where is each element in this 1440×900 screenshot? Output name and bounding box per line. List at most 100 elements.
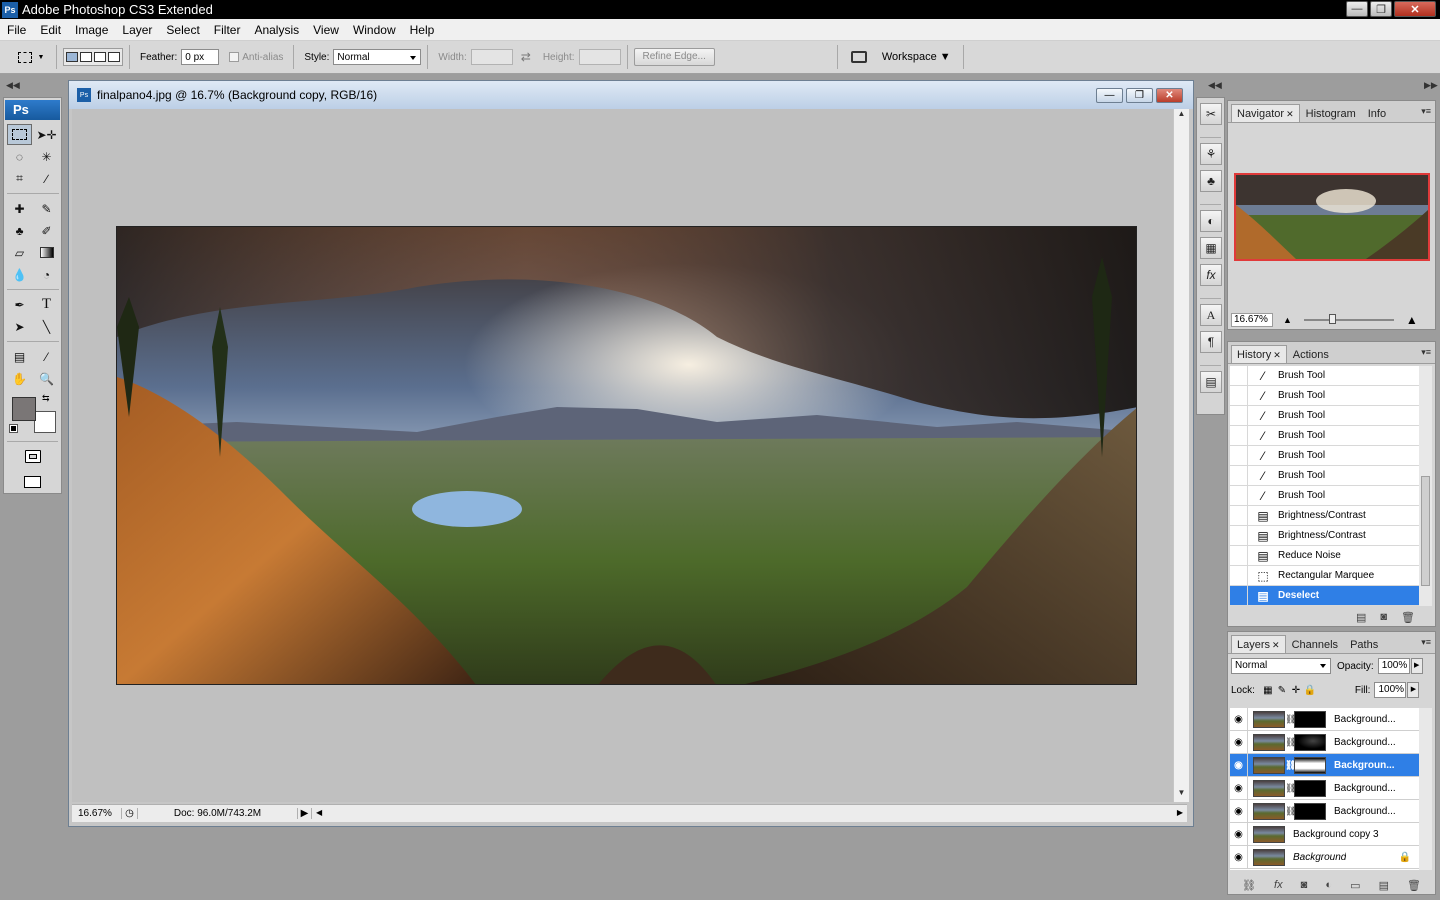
status-info-icon[interactable]: ◷: [122, 808, 138, 819]
paragraph-icon[interactable]: ¶: [1200, 331, 1222, 353]
eraser-tool-icon[interactable]: ▱: [7, 242, 32, 263]
foreground-color-swatch[interactable]: [12, 397, 36, 421]
menu-analysis[interactable]: Analysis: [247, 19, 306, 41]
visibility-eye-icon[interactable]: ◉: [1230, 822, 1248, 846]
layer-mask-thumbnail[interactable]: [1294, 710, 1326, 728]
collapse-toolbox-icon[interactable]: ◀◀: [6, 80, 20, 91]
layer-row[interactable]: ◉ ⛓ Background...: [1230, 730, 1421, 754]
clone-source-icon[interactable]: ♣: [1200, 170, 1222, 192]
history-snapshot-source[interactable]: [1230, 585, 1248, 606]
new-document-from-state-icon[interactable]: ▤: [1356, 611, 1366, 624]
history-snapshot-source[interactable]: [1230, 425, 1248, 446]
history-snapshot-source[interactable]: [1230, 445, 1248, 466]
history-item[interactable]: ▤ Deselect: [1230, 585, 1421, 606]
navigator-zoom-input[interactable]: 16.67%: [1231, 313, 1273, 327]
status-menu-icon[interactable]: ▶: [298, 808, 312, 819]
minimize-button[interactable]: —: [1346, 1, 1368, 17]
tab-navigator[interactable]: Navigator ✕: [1231, 104, 1300, 122]
history-item[interactable]: ⁄ Brush Tool: [1230, 385, 1421, 406]
new-selection-icon[interactable]: [66, 52, 78, 62]
hand-tool-icon[interactable]: ✋: [7, 368, 32, 389]
mask-link-icon[interactable]: ⛓: [1285, 806, 1296, 817]
eyedropper-tool-icon[interactable]: ⁄: [34, 346, 59, 367]
history-snapshot-source[interactable]: [1230, 525, 1248, 546]
zoom-slider-knob[interactable]: [1328, 314, 1336, 324]
tab-paths[interactable]: Paths: [1344, 635, 1384, 653]
doc-close-button[interactable]: ✕: [1156, 88, 1183, 103]
layers-scrollbar[interactable]: [1419, 708, 1432, 870]
history-item[interactable]: ▤ Reduce Noise: [1230, 545, 1421, 566]
scrollbar-thumb[interactable]: [1421, 476, 1430, 586]
zoom-out-icon[interactable]: ▲: [1283, 315, 1292, 325]
visibility-eye-icon[interactable]: ◉: [1230, 730, 1248, 754]
tab-channels[interactable]: Channels: [1286, 635, 1344, 653]
pen-tool-icon[interactable]: ✒: [7, 294, 32, 315]
layer-mask-thumbnail[interactable]: [1294, 802, 1326, 820]
menu-image[interactable]: Image: [68, 19, 115, 41]
layer-thumbnail[interactable]: [1253, 779, 1285, 797]
close-tab-icon[interactable]: ✕: [1273, 350, 1281, 360]
intersect-selection-icon[interactable]: [108, 52, 120, 62]
zoom-tool-icon[interactable]: 🔍: [34, 368, 59, 389]
vertical-scrollbar[interactable]: ▲ ▼: [1174, 109, 1189, 802]
background-color-swatch[interactable]: [34, 411, 56, 433]
clone-stamp-tool-icon[interactable]: ♣: [7, 220, 32, 241]
lock-transparency-icon[interactable]: ▦: [1261, 685, 1275, 696]
swap-dimensions-icon[interactable]: ⇄: [521, 50, 531, 64]
history-snapshot-source[interactable]: [1230, 366, 1248, 386]
layer-thumbnail[interactable]: [1253, 825, 1285, 843]
blend-mode-select[interactable]: Normal: [1231, 658, 1331, 674]
rectangular-marquee-tool-icon[interactable]: [7, 124, 32, 145]
menu-help[interactable]: Help: [403, 19, 442, 41]
tool-preset-picker[interactable]: ▼: [12, 46, 50, 68]
menu-view[interactable]: View: [306, 19, 346, 41]
layer-comps-icon[interactable]: ▤: [1200, 371, 1222, 393]
scroll-right-icon[interactable]: ▶: [1177, 808, 1183, 817]
lock-pixels-icon[interactable]: ✎: [1275, 685, 1289, 696]
history-snapshot-source[interactable]: [1230, 405, 1248, 426]
menu-window[interactable]: Window: [346, 19, 403, 41]
menu-layer[interactable]: Layer: [115, 19, 159, 41]
screen-mode-icon[interactable]: [20, 471, 45, 492]
history-snapshot-source[interactable]: [1230, 545, 1248, 566]
menu-file[interactable]: File: [0, 19, 33, 41]
history-item[interactable]: ⬚ Rectangular Marquee: [1230, 565, 1421, 586]
mask-link-icon[interactable]: ⛓: [1285, 714, 1296, 725]
mask-link-icon[interactable]: ⛓: [1285, 760, 1296, 771]
lock-position-icon[interactable]: ✛: [1289, 685, 1303, 696]
lasso-tool-icon[interactable]: ◌: [7, 146, 32, 167]
tab-history[interactable]: History ✕: [1231, 345, 1287, 363]
workspace-menu[interactable]: Workspace ▼: [882, 51, 951, 63]
style-select[interactable]: Normal: [333, 49, 422, 65]
history-brush-tool-icon[interactable]: ✐: [34, 220, 59, 241]
color-icon[interactable]: ◐: [1200, 210, 1222, 232]
history-item[interactable]: ⁄ Brush Tool: [1230, 366, 1421, 386]
history-item[interactable]: ▤ Brightness/Contrast: [1230, 525, 1421, 546]
new-group-icon[interactable]: ▭: [1350, 879, 1360, 892]
navigator-zoom-slider[interactable]: [1303, 314, 1394, 324]
new-layer-icon[interactable]: ▤: [1379, 879, 1389, 892]
layer-style-icon[interactable]: fx: [1274, 879, 1283, 891]
expand-panels-icon[interactable]: ▶▶: [1424, 80, 1438, 91]
history-item[interactable]: ▤ Brightness/Contrast: [1230, 505, 1421, 526]
history-snapshot-source[interactable]: [1230, 505, 1248, 526]
antialias-checkbox[interactable]: [229, 52, 240, 62]
close-button[interactable]: ✕: [1394, 1, 1436, 17]
bridge-icon[interactable]: [846, 46, 872, 68]
layer-thumbnail[interactable]: [1253, 756, 1285, 774]
type-tool-icon[interactable]: T: [34, 294, 59, 315]
swap-colors-icon[interactable]: ⇆: [42, 393, 50, 404]
history-item[interactable]: ⁄ Brush Tool: [1230, 465, 1421, 486]
move-tool-icon[interactable]: ➤✛: [34, 124, 59, 145]
notes-tool-icon[interactable]: ▤: [7, 346, 32, 367]
link-layers-icon[interactable]: ⛓: [1242, 879, 1256, 892]
character-icon[interactable]: A: [1200, 304, 1222, 326]
canvas-area[interactable]: [72, 109, 1173, 802]
tool-presets-icon[interactable]: ✂: [1200, 103, 1222, 125]
layer-row[interactable]: ◉ ⛓ Background...: [1230, 799, 1421, 823]
doc-minimize-button[interactable]: —: [1096, 88, 1123, 103]
height-input[interactable]: [578, 49, 621, 65]
collapse-dock-icon[interactable]: ◀◀: [1208, 80, 1222, 91]
visibility-eye-icon[interactable]: ◉: [1230, 845, 1248, 869]
quick-mask-icon[interactable]: [20, 446, 45, 467]
